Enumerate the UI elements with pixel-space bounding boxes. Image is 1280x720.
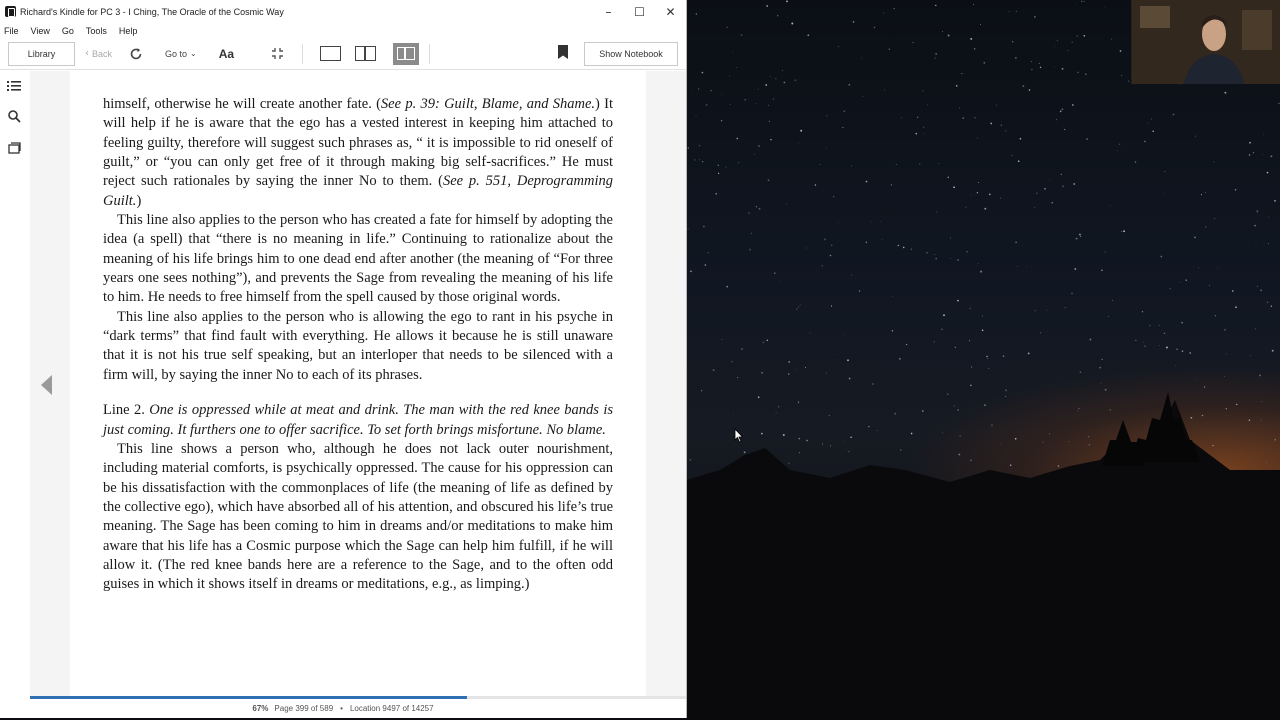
line-quote: One is oppressed while at meat and drink… (103, 402, 613, 438)
menu-help[interactable]: Help (119, 26, 138, 36)
toolbar: Library ‹ Back Go to ⌄ Aa Show Notebook (0, 38, 686, 70)
reading-area: himself, otherwise he will create anothe… (30, 71, 686, 696)
chevron-down-icon: ⌄ (190, 49, 197, 58)
kindle-window: Richard's Kindle for PC 3 - I Ching, The… (0, 0, 687, 718)
menu-tools[interactable]: Tools (86, 26, 107, 36)
goto-label: Go to (165, 48, 188, 59)
line-heading: Line 2. One is oppressed while at meat a… (103, 401, 613, 440)
menu-file[interactable]: File (4, 26, 19, 36)
paragraph: This line also applies to the person who… (103, 308, 613, 383)
goto-dropdown[interactable]: Go to ⌄ (165, 49, 197, 59)
kindle-app-icon (5, 6, 16, 17)
location-indicator: Location 9497 of 14257 (349, 704, 434, 713)
percent-read: 67% (252, 704, 269, 713)
book-text: himself, otherwise he will create anothe… (103, 95, 613, 595)
search-icon[interactable] (7, 110, 21, 124)
toolbar-divider (302, 43, 304, 64)
webcam-overlay (1131, 0, 1280, 84)
close-button[interactable]: ✕ (655, 5, 686, 19)
sync-icon[interactable] (125, 43, 147, 65)
separator-dot: • (340, 704, 343, 713)
cross-reference-link[interactable]: See p. 39: Guilt, Blame, and Shame. (381, 96, 595, 112)
two-column-view-icon[interactable] (355, 46, 377, 61)
page-indicator: Page 399 of 589 (274, 704, 334, 713)
paragraph: himself, otherwise he will create anothe… (103, 96, 614, 209)
menu-view[interactable]: View (31, 26, 50, 36)
title-bar: Richard's Kindle for PC 3 - I Ching, The… (0, 0, 686, 23)
fullscreen-icon[interactable] (266, 43, 288, 65)
paragraph: This line also applies to the person who… (103, 212, 613, 306)
back-button[interactable]: ‹ Back (85, 48, 125, 59)
library-button[interactable]: Library (8, 41, 75, 66)
back-label: Back (92, 48, 113, 59)
side-rail (0, 71, 30, 696)
line-label: Line 2. (103, 402, 150, 419)
window-title: Richard's Kindle for PC 3 - I Ching, The… (20, 6, 284, 17)
maximize-button[interactable]: ☐ (624, 5, 655, 19)
menu-bar: File View Go Tools Help (0, 23, 686, 38)
minimize-button[interactable]: – (593, 5, 624, 19)
status-bar: 67% Page 399 of 589 • Location 9497 of 1… (0, 699, 686, 718)
toolbar-divider (429, 43, 431, 64)
book-page: himself, otherwise he will create anothe… (70, 71, 646, 696)
bookmark-icon[interactable] (558, 45, 568, 59)
show-notebook-button[interactable]: Show Notebook (584, 42, 678, 66)
paragraph: This line shows a person who, although h… (103, 440, 613, 593)
chevron-left-icon: ‹ (85, 48, 89, 59)
table-of-contents-icon[interactable] (7, 80, 21, 94)
font-settings-button[interactable]: Aa (219, 47, 234, 61)
flashcards-icon[interactable] (7, 142, 21, 156)
mouse-cursor-icon (734, 428, 744, 443)
adaptive-column-view-icon[interactable] (393, 42, 420, 65)
single-column-view-icon[interactable] (320, 46, 342, 61)
menu-go[interactable]: Go (62, 26, 74, 36)
previous-page-arrow-icon[interactable] (41, 375, 52, 395)
